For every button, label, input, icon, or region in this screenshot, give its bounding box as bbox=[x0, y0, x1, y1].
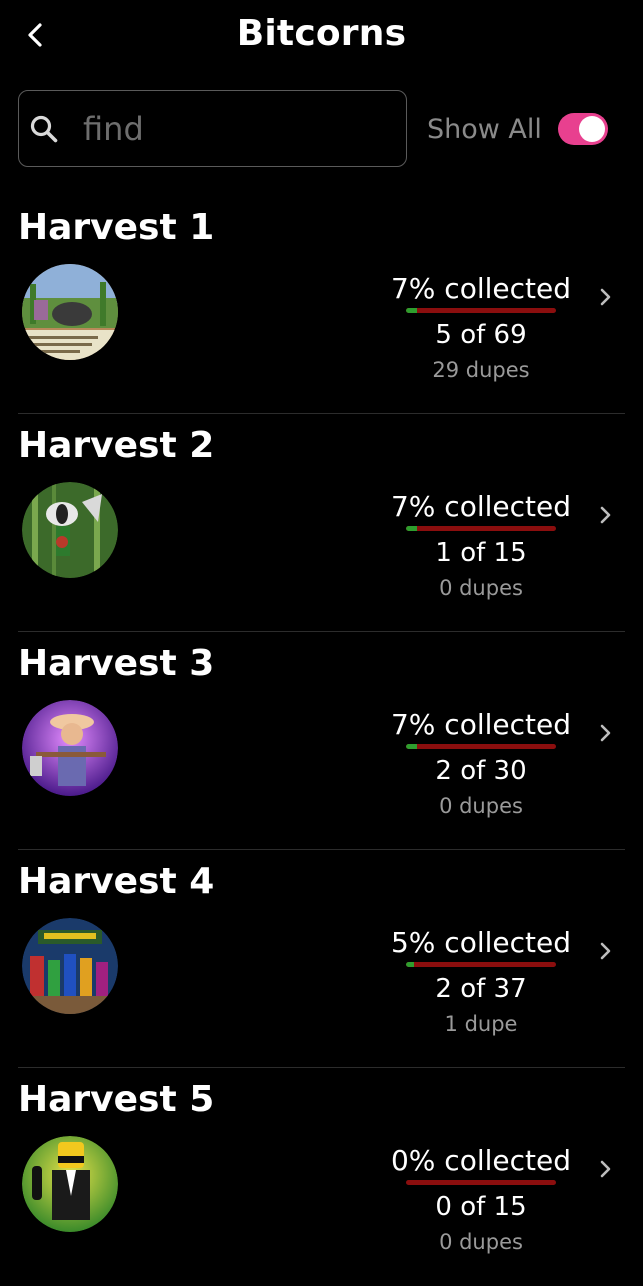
collected-progress-fill bbox=[406, 962, 414, 967]
show-all-control: Show All bbox=[427, 108, 608, 150]
collected-count: 2 of 37 bbox=[435, 974, 527, 1004]
harvest-stats: 7% collected 5 of 69 29 dupes bbox=[386, 272, 576, 383]
harvest-thumbnail bbox=[22, 264, 118, 360]
show-all-label: Show All bbox=[427, 113, 542, 145]
dupes-count: 0 dupes bbox=[439, 576, 523, 600]
collected-percent: 0% collected bbox=[390, 1144, 571, 1177]
harvest-stats: 7% collected 1 of 15 0 dupes bbox=[386, 490, 576, 601]
harvest-title: Harvest 4 bbox=[18, 861, 215, 902]
collected-count: 0 of 15 bbox=[435, 1192, 527, 1222]
harvest-row[interactable]: Harvest 2 7% collected 1 of 15 0 dupes bbox=[0, 414, 643, 632]
collected-progress-bar bbox=[406, 526, 556, 531]
harvest-title: Harvest 5 bbox=[18, 1079, 215, 1120]
harvest-thumbnail bbox=[22, 1136, 118, 1232]
search-box[interactable] bbox=[18, 90, 407, 167]
harvest-stats: 0% collected 0 of 15 0 dupes bbox=[386, 1144, 576, 1255]
chevron-right-icon bbox=[600, 288, 611, 306]
page-title: Bitcorns bbox=[236, 13, 407, 54]
app-header: Bitcorns bbox=[0, 0, 643, 70]
collected-count: 1 of 15 bbox=[435, 538, 527, 568]
dupes-count: 0 dupes bbox=[439, 794, 523, 818]
toggle-knob bbox=[578, 116, 605, 142]
chevron-right-icon bbox=[600, 506, 611, 524]
collected-progress-bar bbox=[406, 962, 556, 967]
harvest-stats: 7% collected 2 of 30 0 dupes bbox=[386, 708, 576, 819]
harvest-thumbnail bbox=[22, 482, 118, 578]
collected-progress-fill bbox=[406, 308, 417, 313]
collected-count: 2 of 30 bbox=[435, 756, 527, 786]
harvest-row[interactable]: Harvest 1 7% collected 5 of 69 29 dupes bbox=[0, 196, 643, 414]
search-input[interactable] bbox=[83, 109, 373, 148]
collected-percent: 7% collected bbox=[390, 490, 571, 523]
collected-progress-bar bbox=[406, 744, 556, 749]
harvest-title: Harvest 3 bbox=[18, 643, 215, 684]
dupes-count: 0 dupes bbox=[439, 1230, 523, 1254]
chevron-right-icon bbox=[600, 724, 611, 742]
harvest-thumbnail bbox=[22, 918, 118, 1014]
collected-progress-fill bbox=[406, 744, 417, 749]
harvest-row[interactable]: Harvest 5 0% collected 0 of 15 0 dupes bbox=[0, 1068, 643, 1286]
chevron-right-icon bbox=[600, 942, 611, 960]
dupes-count: 1 dupe bbox=[444, 1012, 518, 1036]
dupes-count: 29 dupes bbox=[432, 358, 530, 382]
harvest-row[interactable]: Harvest 3 7% collected 2 of 30 0 dupes bbox=[0, 632, 643, 850]
collected-progress-bar bbox=[406, 308, 556, 313]
collected-progress-fill bbox=[406, 526, 417, 531]
show-all-toggle[interactable] bbox=[557, 113, 608, 145]
search-icon bbox=[27, 112, 61, 146]
chevron-right-icon bbox=[600, 1160, 611, 1178]
harvest-thumbnail bbox=[22, 700, 118, 796]
harvest-stats: 5% collected 2 of 37 1 dupe bbox=[386, 926, 576, 1037]
collected-percent: 7% collected bbox=[390, 272, 571, 305]
harvest-list: Harvest 1 7% collected 5 of 69 29 dupes … bbox=[0, 196, 643, 1286]
collected-percent: 7% collected bbox=[390, 708, 571, 741]
harvest-title: Harvest 2 bbox=[18, 425, 215, 466]
harvest-title: Harvest 1 bbox=[18, 207, 215, 248]
collected-count: 5 of 69 bbox=[435, 320, 527, 350]
collected-progress-bar bbox=[406, 1180, 556, 1185]
harvest-row[interactable]: Harvest 4 5% collected 2 of 37 1 dupe bbox=[0, 850, 643, 1068]
collected-percent: 5% collected bbox=[390, 926, 571, 959]
